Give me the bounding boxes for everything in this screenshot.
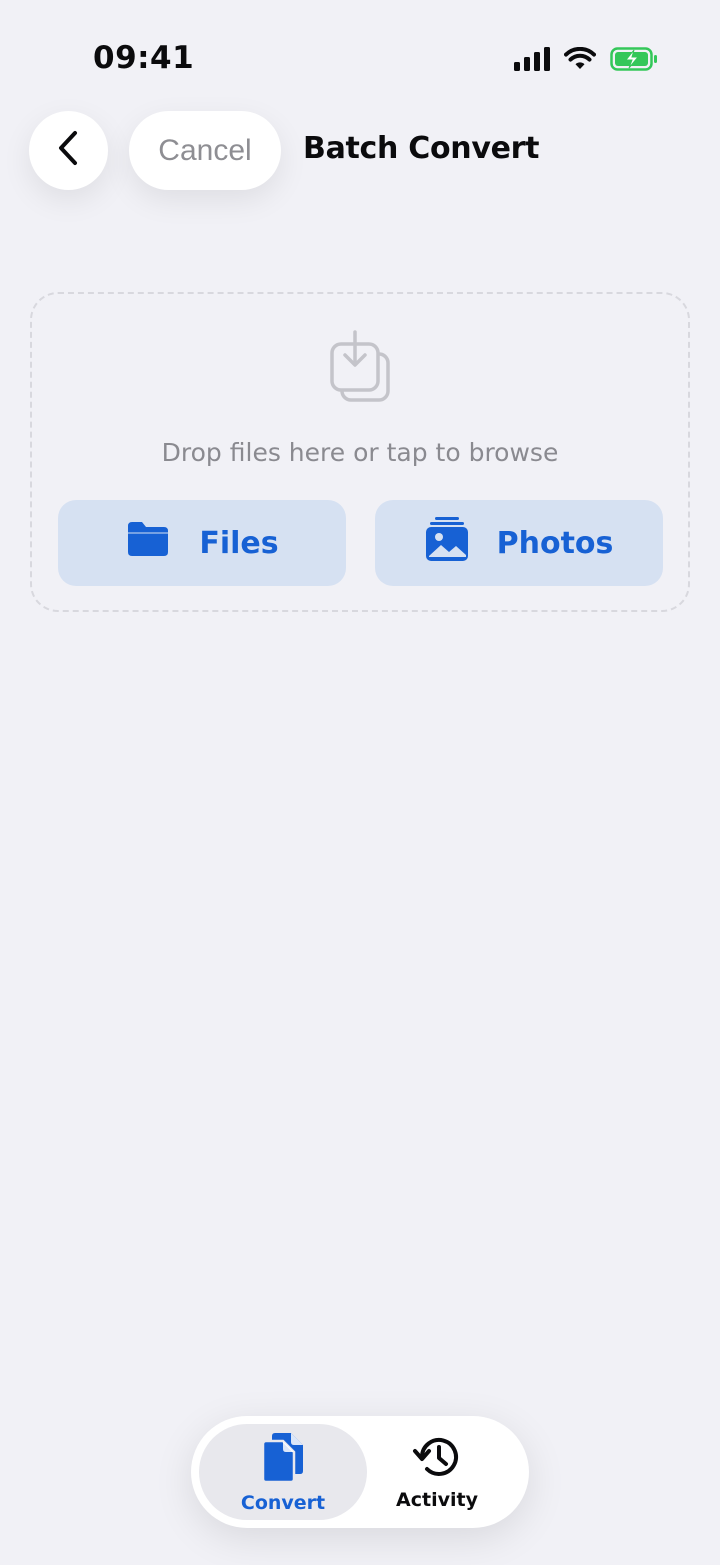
documents-icon — [261, 1431, 305, 1488]
folder-icon — [125, 520, 171, 566]
drop-zone[interactable]: Drop files here or tap to browse Files P… — [30, 292, 690, 612]
tab-bar: Convert Activity — [191, 1416, 529, 1528]
status-time: 09:41 — [93, 40, 195, 76]
photos-button-label: Photos — [496, 525, 614, 561]
page-title: Batch Convert — [303, 131, 540, 166]
files-button[interactable]: Files — [58, 500, 346, 586]
back-button[interactable] — [29, 111, 108, 190]
photo-stack-icon — [425, 516, 469, 570]
photos-button[interactable]: Photos — [375, 500, 663, 586]
battery-charging-icon — [610, 47, 658, 71]
history-clock-icon — [412, 1434, 462, 1485]
tab-activity-label: Activity — [396, 1488, 478, 1511]
tab-activity[interactable]: Activity — [353, 1424, 521, 1520]
import-tray-icon — [330, 330, 394, 409]
drop-hint-text: Drop files here or tap to browse — [161, 438, 559, 467]
tab-convert[interactable]: Convert — [199, 1424, 367, 1520]
cancel-button[interactable]: Cancel — [129, 111, 281, 190]
signal-icon — [514, 47, 550, 71]
tab-convert-label: Convert — [240, 1491, 326, 1514]
status-icons — [514, 44, 658, 74]
files-button-label: Files — [199, 525, 279, 561]
chevron-left-icon — [55, 130, 83, 171]
wifi-icon — [564, 47, 596, 71]
